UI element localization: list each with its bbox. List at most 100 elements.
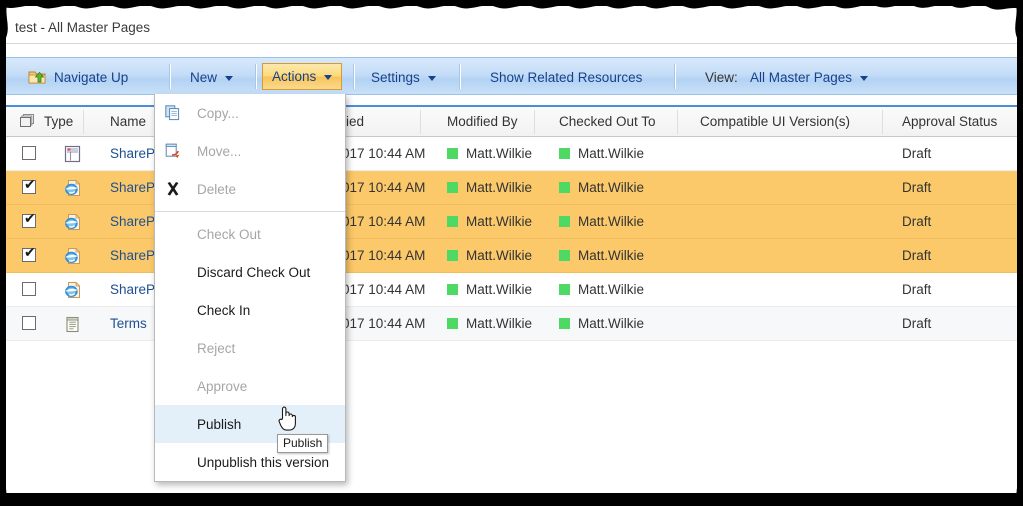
new-menu-button[interactable]: New <box>190 65 234 89</box>
terms-doc-icon <box>64 315 81 333</box>
chevron-down-icon <box>324 75 333 80</box>
menu-separator <box>155 211 345 212</box>
settings-label: Settings <box>371 69 420 85</box>
view-value: All Master Pages <box>750 69 853 85</box>
column-header-approval-status[interactable]: Approval Status <box>902 106 997 136</box>
row-checkbox[interactable] <box>22 146 36 160</box>
checkmark-icon: ✔ <box>24 177 36 193</box>
row-checked-out-to[interactable]: Matt.Wilkie <box>559 205 644 238</box>
row-checkbox[interactable]: ✔ <box>22 245 36 262</box>
row-modified: 017 10:44 AM <box>342 316 426 331</box>
column-divider[interactable] <box>83 110 84 134</box>
toolbar-separator-2 <box>255 64 257 89</box>
new-label: New <box>190 69 218 85</box>
row-modified: 017 10:44 AM <box>342 248 426 263</box>
row-modified: 017 10:44 AM <box>342 282 426 297</box>
column-header-checked-out-to[interactable]: Checked Out To <box>559 106 656 136</box>
row-name-link[interactable]: ShareP <box>110 205 155 238</box>
folder-up-icon <box>28 69 46 85</box>
view-selector[interactable]: All Master Pages <box>750 65 869 89</box>
checkmark-icon: ✔ <box>24 211 36 227</box>
toolbar-separator-4 <box>459 64 461 89</box>
row-approval-status: Draft <box>902 214 932 229</box>
column-header-type[interactable]: Type <box>44 106 73 136</box>
row-modified-by[interactable]: Matt.Wilkie <box>447 171 532 204</box>
breadcrumb: test - All Master Pages <box>15 20 151 35</box>
actions-dropdown-menu[interactable]: Copy... Move... Delete Check Out Discard Che… <box>154 94 346 482</box>
presence-online-icon <box>447 318 458 329</box>
menu-item-label: Publish <box>197 416 242 432</box>
menu-item-check-in[interactable]: Check In <box>155 291 345 329</box>
toolbar-separator-1 <box>169 64 171 89</box>
row-checkbox[interactable] <box>22 282 36 296</box>
toolbar-separator-5 <box>674 64 676 89</box>
column-header-modified-by[interactable]: Modified By <box>447 106 518 136</box>
row-modified-by[interactable]: Matt.Wilkie <box>447 239 532 272</box>
row-type-icon-cell <box>64 205 81 238</box>
presence-online-icon <box>447 182 458 193</box>
presence-online-icon <box>447 148 458 159</box>
row-type-icon-cell <box>64 307 81 340</box>
column-divider[interactable] <box>534 110 535 134</box>
select-all-icon[interactable] <box>20 114 35 128</box>
row-name-link[interactable]: ShareP <box>110 239 155 272</box>
presence-online-icon <box>559 216 570 227</box>
navigate-up-label: Navigate Up <box>54 69 129 85</box>
menu-item-label: Discard Check Out <box>197 264 311 280</box>
row-name-link[interactable]: Terms <box>110 307 147 340</box>
actions-menu-button[interactable]: Actions <box>262 63 343 90</box>
row-modified: 017 10:44 AM <box>342 146 426 161</box>
row-checkbox[interactable]: ✔ <box>22 177 36 194</box>
column-header-name[interactable]: Name <box>110 106 146 136</box>
row-checked-out-to[interactable]: Matt.Wilkie <box>559 307 644 340</box>
row-modified-by[interactable]: Matt.Wilkie <box>447 307 532 340</box>
presence-online-icon <box>559 148 570 159</box>
presence-online-icon <box>559 318 570 329</box>
column-divider[interactable] <box>420 110 421 134</box>
row-checked-out-to[interactable]: Matt.Wilkie <box>559 239 644 272</box>
row-approval-status: Draft <box>902 282 932 297</box>
menu-item-reject: Reject <box>155 329 345 367</box>
row-name-link[interactable]: ShareP <box>110 137 155 170</box>
actions-label: Actions <box>272 69 317 84</box>
row-modified-by[interactable]: Matt.Wilkie <box>447 205 532 238</box>
presence-online-icon <box>447 216 458 227</box>
menu-item-delete: Delete <box>155 170 345 208</box>
navigate-up-button[interactable]: Navigate Up <box>28 65 128 89</box>
column-header-compatible-ui[interactable]: Compatible UI Version(s) <box>700 106 850 136</box>
view-label: View: <box>705 65 738 89</box>
row-type-icon-cell <box>64 239 81 272</box>
column-header-modified[interactable]: ied <box>346 106 364 136</box>
row-modified: 017 10:44 AM <box>342 214 426 229</box>
row-checked-out-to[interactable]: Matt.Wilkie <box>559 137 644 170</box>
row-modified-by[interactable]: Matt.Wilkie <box>447 273 532 306</box>
delete-icon <box>165 181 187 197</box>
row-checkbox[interactable]: ✔ <box>22 211 36 228</box>
column-divider[interactable] <box>882 110 883 134</box>
html-page-icon <box>64 179 81 197</box>
chevron-down-icon <box>427 75 436 81</box>
menu-item-label: Move... <box>197 143 242 159</box>
html-page-icon <box>64 247 81 265</box>
move-icon <box>165 143 187 159</box>
row-modified-by[interactable]: Matt.Wilkie <box>447 137 532 170</box>
column-divider[interactable] <box>677 110 678 134</box>
row-checked-out-to[interactable]: Matt.Wilkie <box>559 273 644 306</box>
row-approval-status: Draft <box>902 248 932 263</box>
html-page-icon <box>64 281 81 299</box>
checkmark-icon: ✔ <box>24 245 36 261</box>
menu-item-label: Reject <box>197 340 236 356</box>
show-related-resources-button[interactable]: Show Related Resources <box>490 65 642 89</box>
presence-online-icon <box>559 284 570 295</box>
browser-page: test - All Master Pages Navigate Up New <box>6 6 1017 493</box>
row-checkbox[interactable] <box>22 316 36 330</box>
row-type-icon-cell <box>64 273 81 306</box>
presence-online-icon <box>447 284 458 295</box>
row-name-link[interactable]: ShareP <box>110 273 155 306</box>
publish-tooltip: Publish <box>277 434 329 453</box>
settings-menu-button[interactable]: Settings <box>371 65 436 89</box>
menu-item-label: Approve <box>197 378 248 394</box>
row-checked-out-to[interactable]: Matt.Wilkie <box>559 171 644 204</box>
row-name-link[interactable]: ShareP <box>110 171 155 204</box>
menu-item-discard-check-out[interactable]: Discard Check Out <box>155 253 345 291</box>
